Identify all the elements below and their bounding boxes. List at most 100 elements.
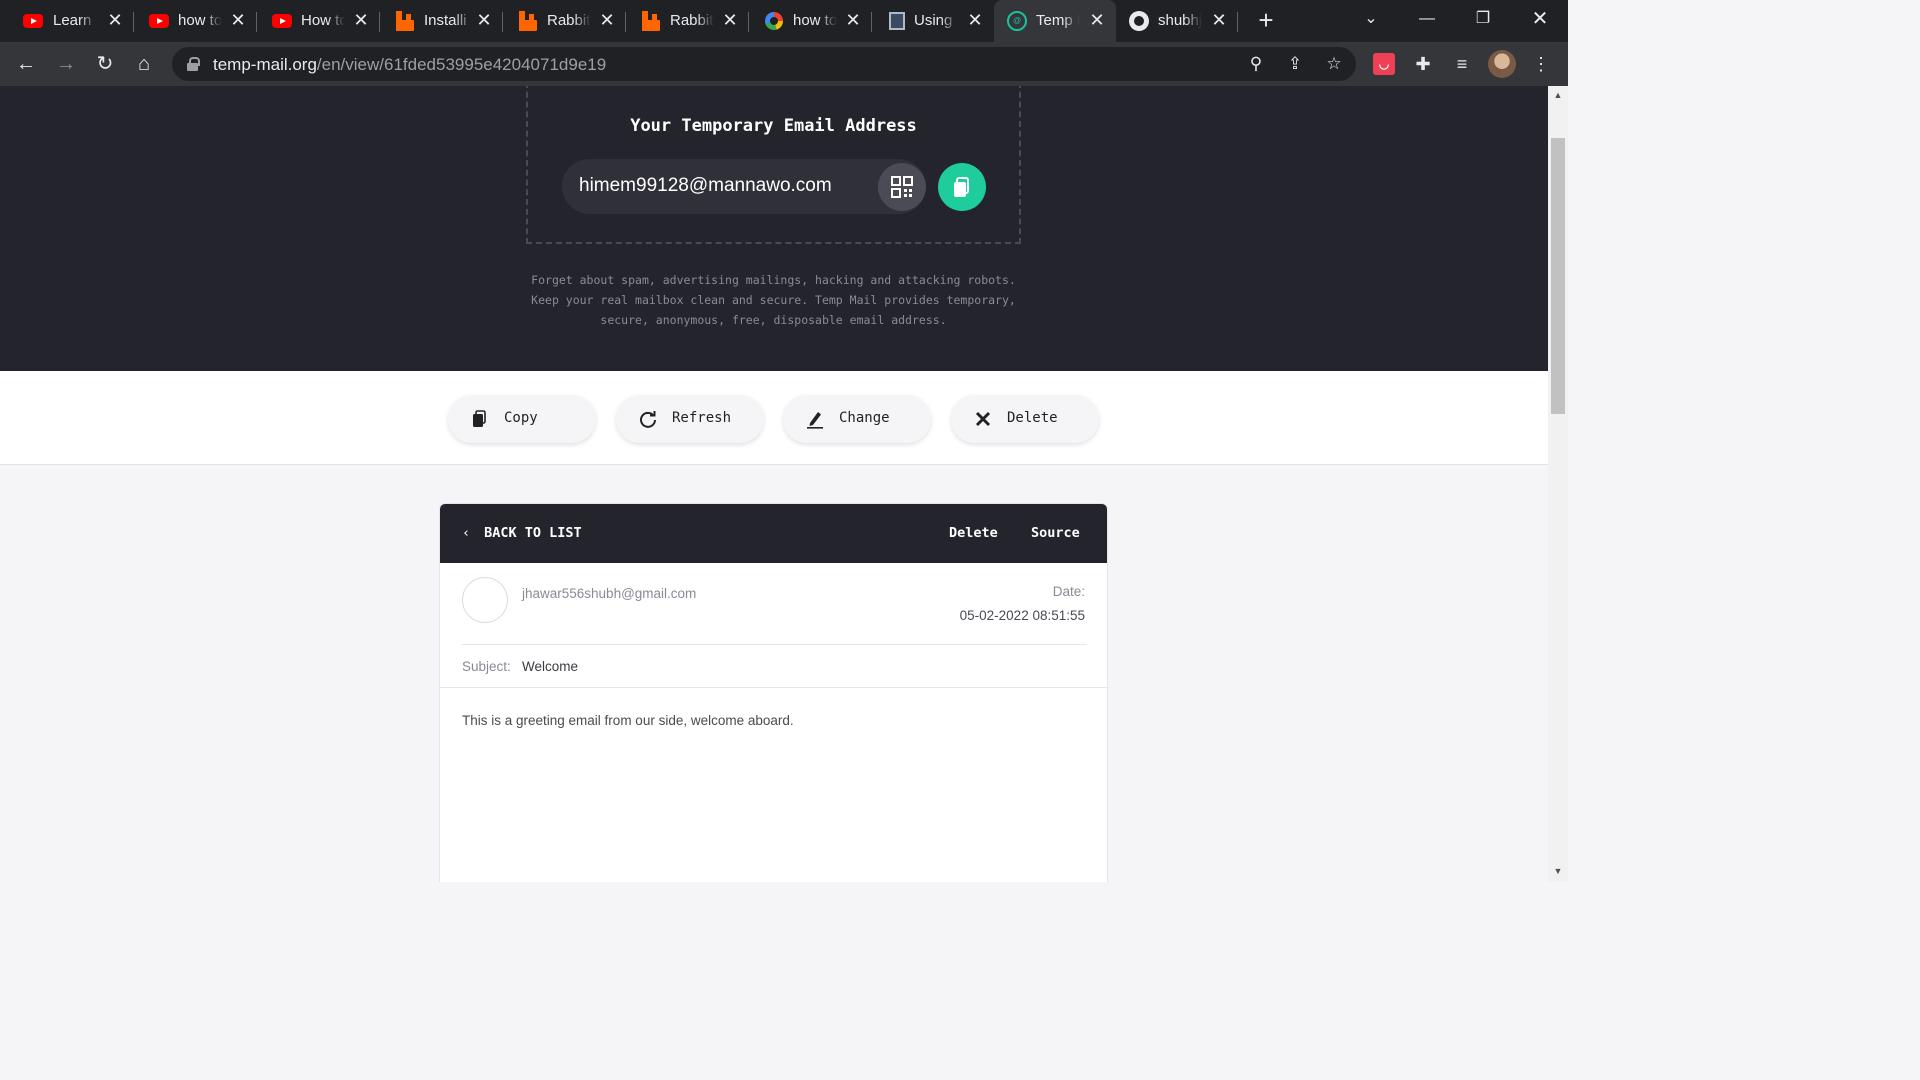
rabbitmq-icon — [640, 10, 662, 32]
tab-title: Using I — [914, 12, 958, 29]
youtube-icon — [22, 10, 44, 32]
tab-title: how to — [793, 12, 837, 29]
rabbitmq-icon — [517, 10, 539, 32]
source-link[interactable]: Source — [1031, 525, 1080, 541]
url-text[interactable]: temp-mail.org/en/view/61fded53995e420407… — [213, 55, 606, 75]
hero-description-line: Keep your real mailbox clean and secure.… — [531, 293, 1016, 307]
divider — [440, 687, 1107, 688]
tab-6[interactable]: Rabbit ✕ — [626, 0, 749, 42]
close-window-icon[interactable]: ✕ — [1525, 6, 1555, 32]
email-body: This is a greeting email from our side, … — [462, 713, 794, 728]
extensions-puzzle-icon[interactable]: ✚ — [1412, 53, 1434, 75]
refresh-label: Refresh — [672, 410, 732, 426]
subject-value: Welcome — [522, 659, 579, 674]
tab-8[interactable]: Using I ✕ — [872, 0, 994, 42]
copy-button[interactable]: Copy — [448, 395, 596, 443]
vertical-scrollbar[interactable]: ▲ ▼ — [1548, 86, 1568, 882]
menu-kebab-icon[interactable]: ⋮ — [1530, 53, 1552, 75]
zoom-icon[interactable]: ⚲ — [1246, 54, 1266, 74]
copy-icon — [473, 410, 486, 427]
close-tab-icon[interactable]: ✕ — [598, 11, 616, 29]
tab-title: shubhj — [1158, 12, 1202, 29]
youtube-icon — [271, 10, 293, 32]
refresh-icon — [640, 411, 656, 428]
youtube-icon — [148, 10, 170, 32]
tab-title: Learn I — [53, 12, 97, 29]
document-icon — [886, 10, 908, 32]
delete-label: Delete — [1007, 410, 1058, 426]
close-tab-icon[interactable]: ✕ — [106, 11, 124, 29]
page-viewport: Your Temporary Email Address himem99128@… — [0, 86, 1548, 882]
minimize-icon[interactable]: — — [1412, 6, 1442, 32]
home-icon[interactable]: ⌂ — [131, 51, 157, 77]
close-tab-icon[interactable]: ✕ — [352, 11, 370, 29]
tab-9-active[interactable]: @ Temp I ✕ — [994, 0, 1116, 42]
new-tab-button[interactable]: + — [1254, 7, 1278, 33]
email-address-field[interactable]: himem99128@mannawo.com — [562, 159, 926, 214]
close-tab-icon[interactable]: ✕ — [721, 11, 739, 29]
tab-strip: Learn I ✕ how to ✕ How to ✕ Installi ✕ R… — [0, 0, 1568, 42]
delete-email-link[interactable]: Delete — [949, 525, 998, 541]
tab-title: How to — [301, 12, 345, 29]
forward-arrow-icon[interactable]: → — [53, 51, 79, 77]
restore-icon[interactable]: ❐ — [1468, 6, 1498, 32]
media-control-icon[interactable]: ≡ — [1451, 53, 1473, 75]
back-to-list-link[interactable]: ‹ BACK TO LIST — [462, 525, 582, 541]
share-icon[interactable]: ⇪ — [1285, 54, 1305, 74]
delete-button[interactable]: Delete — [951, 395, 1099, 443]
tab-1[interactable]: Learn I ✕ — [0, 0, 134, 42]
copy-email-button[interactable] — [938, 163, 986, 211]
edit-pen-icon — [807, 412, 823, 429]
refresh-button[interactable]: Refresh — [616, 395, 764, 443]
tab-4[interactable]: Installi ✕ — [380, 0, 503, 42]
tab-5[interactable]: Rabbit ✕ — [503, 0, 626, 42]
tab-3[interactable]: How to ✕ — [257, 0, 380, 42]
change-button[interactable]: Change — [783, 395, 931, 443]
tab-search-icon[interactable]: ⌄ — [1356, 6, 1386, 32]
rabbitmq-icon — [394, 10, 416, 32]
hero-description-line: Forget about spam, advertising mailings,… — [531, 273, 1016, 287]
email-address-text[interactable]: himem99128@mannawo.com — [579, 175, 832, 197]
action-bar: Copy Refresh Change Delete — [0, 371, 1548, 465]
tab-separator — [1237, 12, 1238, 32]
date-label: Date: — [1052, 584, 1085, 599]
profile-avatar[interactable] — [1488, 50, 1516, 78]
reload-icon[interactable]: ↻ — [92, 51, 118, 77]
address-bar[interactable]: temp-mail.org/en/view/61fded53995e420407… — [172, 47, 1356, 81]
email-view-header: ‹ BACK TO LIST Delete Source — [440, 504, 1107, 563]
copy-icon — [954, 177, 969, 197]
tab-title: Installi — [424, 12, 467, 29]
pocket-extension-icon[interactable]: ◡ — [1373, 53, 1395, 75]
back-arrow-icon[interactable]: ← — [13, 51, 39, 77]
lock-icon[interactable] — [187, 57, 200, 71]
email-view-card: ‹ BACK TO LIST Delete Source jhawar556shu… — [439, 503, 1108, 882]
tab-10[interactable]: shubhj ✕ — [1116, 0, 1238, 42]
close-tab-icon[interactable]: ✕ — [844, 11, 862, 29]
scrollbar-thumb[interactable] — [1551, 138, 1565, 414]
tab-title: how to — [178, 12, 222, 29]
close-tab-icon[interactable]: ✕ — [1210, 11, 1228, 29]
hero-description-line: secure, anonymous, free, disposable emai… — [600, 313, 947, 327]
change-label: Change — [839, 410, 890, 426]
close-tab-icon[interactable]: ✕ — [966, 11, 984, 29]
tempmail-icon: @ — [1006, 10, 1028, 32]
tab-7[interactable]: how to ✕ — [749, 0, 872, 42]
close-tab-icon[interactable]: ✕ — [1088, 11, 1106, 29]
divider — [462, 644, 1087, 645]
qr-code-button[interactable] — [878, 163, 926, 211]
close-tab-icon[interactable]: ✕ — [229, 11, 247, 29]
bookmark-star-icon[interactable]: ☆ — [1324, 54, 1344, 74]
copy-label: Copy — [504, 410, 538, 426]
sender-email: jhawar556shubh@gmail.com — [522, 586, 697, 601]
chevron-left-icon: ‹ — [462, 525, 471, 541]
close-tab-icon[interactable]: ✕ — [475, 11, 493, 29]
github-icon — [1128, 10, 1150, 32]
tab-title: Rabbit — [547, 12, 591, 29]
scroll-down-arrow-icon[interactable]: ▼ — [1552, 866, 1564, 876]
back-to-list-label: BACK TO LIST — [484, 525, 582, 541]
browser-toolbar: ← → ↻ ⌂ temp-mail.org/en/view/61fded5399… — [0, 42, 1568, 86]
subject-label: Subject: — [462, 659, 511, 674]
tab-2[interactable]: how to ✕ — [134, 0, 257, 42]
scroll-up-arrow-icon[interactable]: ▲ — [1552, 90, 1564, 100]
hero-title: Your Temporary Email Address — [630, 116, 917, 136]
